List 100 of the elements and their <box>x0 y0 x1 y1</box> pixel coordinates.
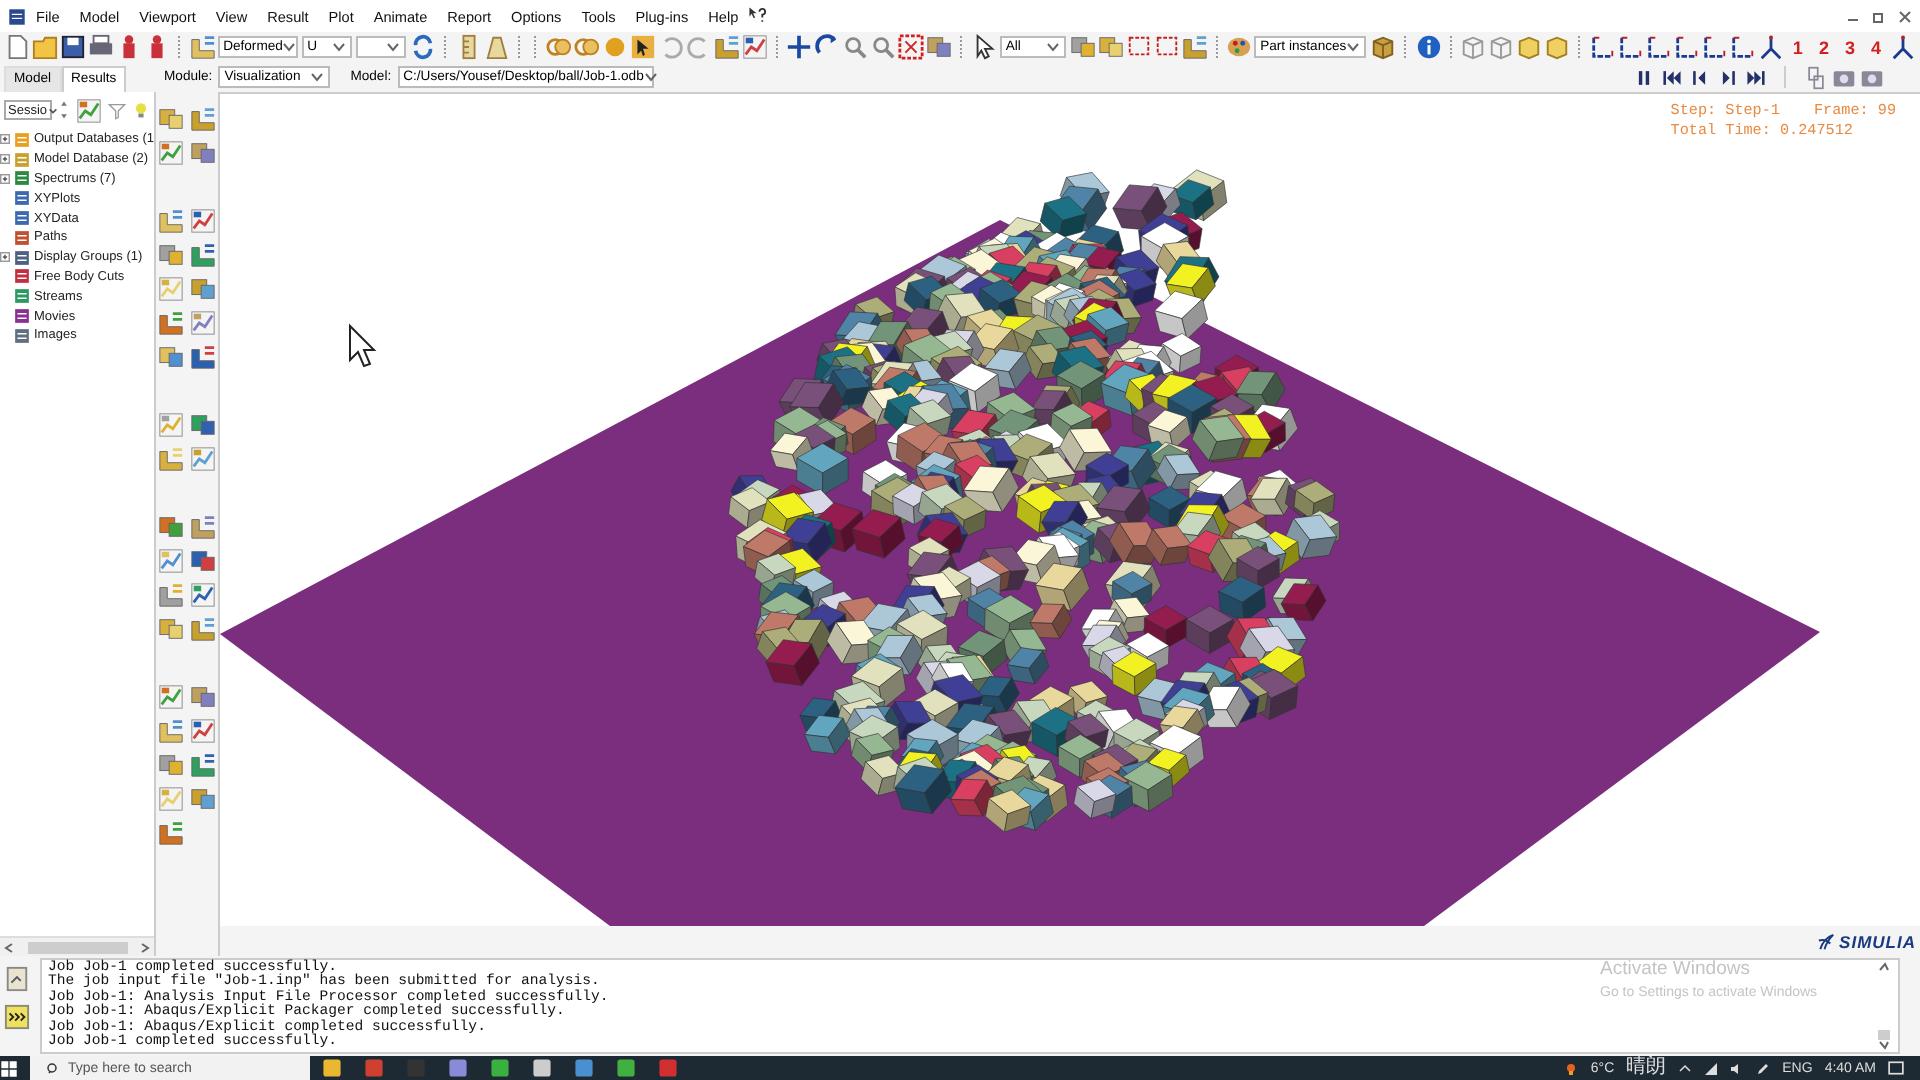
scroll-right-icon[interactable] <box>140 941 150 953</box>
skip-to-end-icon[interactable] <box>1744 65 1768 89</box>
rings-icon[interactable] <box>573 34 600 60</box>
pointer-icon[interactable] <box>629 34 656 60</box>
tool-icon[interactable] <box>190 208 216 234</box>
rings-icon[interactable] <box>545 34 572 60</box>
tool-icon[interactable] <box>190 616 216 642</box>
link-icon[interactable] <box>1804 65 1828 89</box>
command-prompt-icon[interactable] <box>4 1004 30 1030</box>
tool-icon[interactable] <box>158 752 184 778</box>
wire-cube-icon[interactable] <box>1488 34 1515 60</box>
tool-icon[interactable] <box>158 616 184 642</box>
scroll-left-icon[interactable] <box>4 941 14 953</box>
axes-view-icon[interactable] <box>1701 34 1728 60</box>
app-icon[interactable] <box>532 1058 552 1078</box>
filter-icon[interactable] <box>108 101 126 119</box>
magnifier-icon[interactable] <box>870 34 897 60</box>
message-log-icon[interactable] <box>4 966 30 992</box>
axes-view-icon[interactable] <box>1589 34 1616 60</box>
axes-view-icon[interactable] <box>1673 34 1700 60</box>
palette-icon[interactable] <box>1226 34 1253 60</box>
tool-icon[interactable] <box>158 106 184 132</box>
tool-icon[interactable] <box>189 34 216 60</box>
select-arrow-icon[interactable] <box>971 34 998 60</box>
app-icon[interactable] <box>322 1058 342 1078</box>
tool-icon[interactable] <box>741 34 768 60</box>
app-icon[interactable] <box>616 1058 636 1078</box>
tray-chevron-icon[interactable] <box>1678 1061 1693 1075</box>
tool-icon[interactable] <box>926 34 953 60</box>
tool-icon[interactable] <box>190 344 216 370</box>
tool-icon[interactable] <box>190 446 216 472</box>
tool-icon[interactable] <box>190 548 216 574</box>
tool-icon[interactable] <box>1181 34 1208 60</box>
info-icon[interactable] <box>1415 34 1442 60</box>
tool-icon[interactable] <box>190 310 216 336</box>
axis-triad-icon[interactable] <box>1889 34 1916 60</box>
axes-view-icon[interactable] <box>1617 34 1644 60</box>
tool-icon[interactable] <box>158 140 184 166</box>
move-icon[interactable] <box>786 34 813 60</box>
tool-icon[interactable] <box>158 446 184 472</box>
tool-icon[interactable] <box>158 582 184 608</box>
tool-icon[interactable] <box>158 242 184 268</box>
tool-icon[interactable] <box>1069 34 1096 60</box>
expand-icon[interactable] <box>0 154 10 165</box>
expand-icon[interactable] <box>0 134 10 145</box>
scrollbar-thumb[interactable] <box>27 941 127 953</box>
refresh-icon[interactable] <box>409 34 436 60</box>
viewport-number-button[interactable]: 3 <box>1837 37 1862 57</box>
axes-view-icon[interactable] <box>1645 34 1672 60</box>
tool-icon[interactable] <box>190 786 216 812</box>
pen-icon[interactable] <box>1756 1061 1771 1075</box>
viewport-number-button[interactable]: 1 <box>1785 37 1810 57</box>
network-icon[interactable] <box>1704 1061 1719 1075</box>
viewport-number-button[interactable]: 4 <box>1863 37 1888 57</box>
windows-logo-icon[interactable] <box>0 1059 18 1077</box>
tool-icon[interactable] <box>190 242 216 268</box>
notification-icon[interactable] <box>1888 1060 1904 1076</box>
close-icon[interactable] <box>1898 9 1912 23</box>
tool-icon[interactable] <box>190 718 216 744</box>
sort-arrows-icon[interactable] <box>58 100 70 120</box>
tool-icon[interactable] <box>190 412 216 438</box>
box-select-icon[interactable] <box>1153 34 1180 60</box>
app-icon[interactable] <box>8 7 26 25</box>
camera-icon[interactable] <box>1860 65 1884 89</box>
tool-icon[interactable] <box>190 276 216 302</box>
tool-icon[interactable] <box>158 412 184 438</box>
tool-icon[interactable] <box>158 344 184 370</box>
axis-triad-icon[interactable] <box>1757 34 1784 60</box>
skip-to-start-icon[interactable] <box>1660 65 1684 89</box>
tool-icon[interactable] <box>190 582 216 608</box>
restore-icon[interactable] <box>1872 9 1886 23</box>
tool-icon[interactable] <box>190 106 216 132</box>
whats-this-icon[interactable] <box>748 6 769 26</box>
tool-icon[interactable] <box>158 548 184 574</box>
save-icon[interactable] <box>60 34 86 60</box>
camera-icon[interactable] <box>1832 65 1856 89</box>
tool-icon[interactable] <box>158 514 184 540</box>
expand-icon[interactable] <box>0 252 10 263</box>
axes-view-icon[interactable] <box>1729 34 1756 60</box>
fit-icon[interactable] <box>898 34 925 60</box>
light-bulb-icon[interactable] <box>132 101 150 119</box>
magnifier-icon[interactable] <box>842 34 869 60</box>
box-select-icon[interactable] <box>1125 34 1152 60</box>
tool-icon[interactable] <box>1097 34 1124 60</box>
app-icon[interactable] <box>448 1058 468 1078</box>
tool-icon[interactable] <box>76 97 102 123</box>
app-icon[interactable] <box>574 1058 594 1078</box>
tool-icon[interactable] <box>190 514 216 540</box>
wire-cube-icon[interactable] <box>1460 34 1487 60</box>
scrollbar-thumb[interactable] <box>1877 1030 1889 1040</box>
tool-icon[interactable] <box>158 310 184 336</box>
scroll-down-icon[interactable] <box>1877 1040 1889 1050</box>
output-dropdown[interactable] <box>356 36 406 58</box>
printer-icon[interactable] <box>88 34 114 60</box>
cube-icon[interactable] <box>1370 34 1397 60</box>
viewport-number-button[interactable]: 2 <box>1811 37 1836 57</box>
scroll-up-icon[interactable] <box>1877 962 1889 972</box>
tool-icon[interactable] <box>158 718 184 744</box>
app-icon[interactable] <box>490 1058 510 1078</box>
tool-icon[interactable] <box>190 752 216 778</box>
